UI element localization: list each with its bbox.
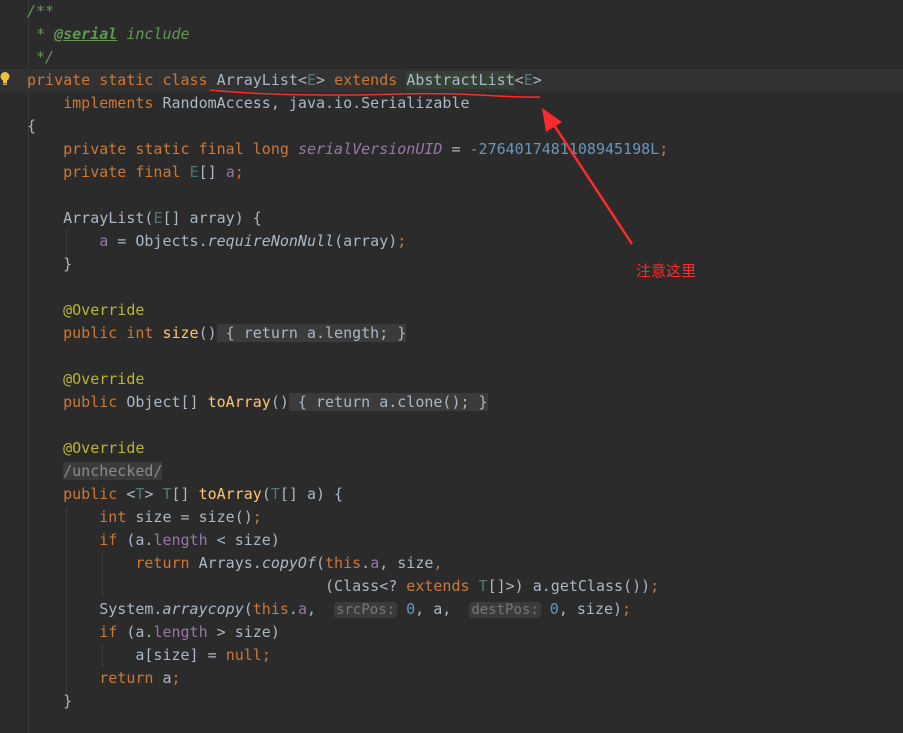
parameter-hint: destPos:	[469, 602, 541, 618]
code-line: public <T> T[] toArray(T[] a) {	[27, 485, 344, 503]
code-line: */	[27, 48, 55, 66]
code-line: @Override	[27, 301, 145, 319]
code-line: }	[27, 692, 73, 710]
code-line: @Override	[27, 370, 145, 388]
code-line: int size = size();	[27, 508, 262, 526]
annotation-label: 注意这里	[636, 262, 697, 280]
code-line: /**	[27, 2, 55, 20]
code-editor[interactable]: /** * @serial include */ private static …	[0, 0, 903, 733]
code-line: @Override	[27, 439, 145, 457]
lightbulb-icon[interactable]	[0, 71, 10, 87]
parameter-hint: srcPos:	[334, 602, 398, 618]
code-line: return a;	[27, 669, 181, 687]
code-line-class-declaration: private static class ArrayList<E> extend…	[27, 71, 542, 89]
code-line: }	[27, 255, 73, 273]
code-line: ArrayList(E[] array) {	[27, 209, 262, 227]
folded-region[interactable]: /unchecked/	[63, 462, 163, 480]
code-line: {	[27, 117, 37, 135]
code-line: return Arrays.copyOf(this.a, size,	[27, 554, 443, 572]
code-line: implements RandomAccess, java.io.Seriali…	[27, 94, 470, 112]
code-line: public Object[] toArray() { return a.clo…	[27, 393, 488, 411]
code-line: /unchecked/	[27, 460, 163, 483]
code-line: if (a.length > size)	[27, 623, 280, 641]
code-line: * @serial include	[27, 25, 190, 43]
code-line: System.arraycopy(this.a, srcPos: 0, a, d…	[27, 600, 632, 618]
code-line: a[size] = null;	[27, 646, 271, 664]
code-line: (Class<? extends T[]>) a.getClass());	[27, 577, 660, 595]
code-line: if (a.length < size)	[27, 531, 280, 549]
code-line: public int size() { return a.length; }	[27, 324, 407, 342]
code-line: a = Objects.requireNonNull(array);	[99, 232, 407, 250]
code-line: private static final long serialVersionU…	[27, 140, 669, 158]
code-line: private final E[] a;	[27, 163, 244, 181]
